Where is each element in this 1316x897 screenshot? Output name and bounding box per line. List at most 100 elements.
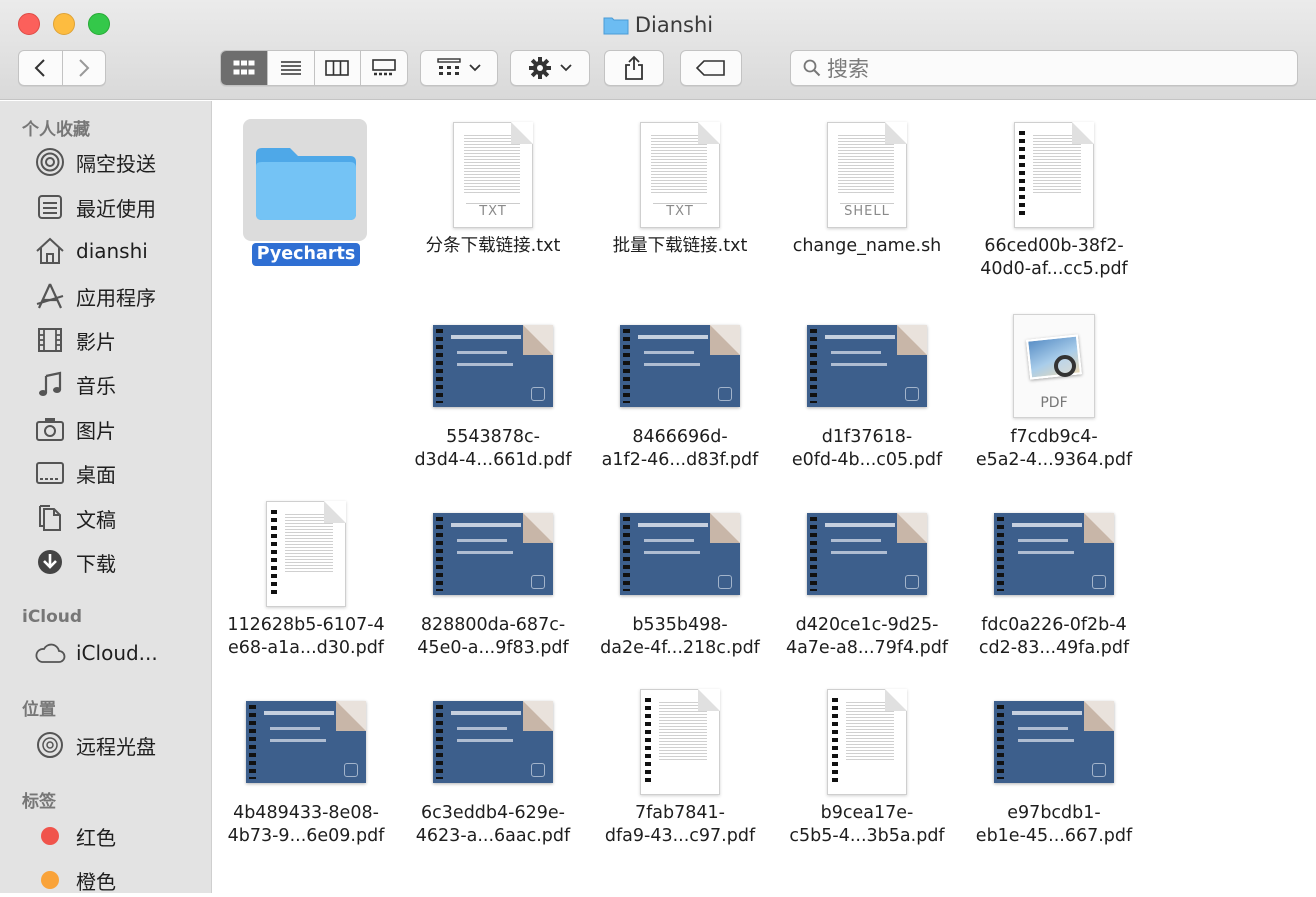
file-name-line: c5b5-4...3b5a.pdf — [789, 826, 945, 846]
file-item[interactable]: d1f37618- e0fd-4b...c05.pdf — [774, 306, 960, 472]
recents-icon — [34, 191, 66, 223]
file-name-line: dfa9-43...c97.pdf — [604, 826, 756, 846]
file-name-line: 40d0-af...cc5.pdf — [980, 259, 1128, 279]
file-item[interactable]: 4b489433-8e08- 4b73-9...6e09.pdf — [213, 682, 399, 848]
sidebar-item-music[interactable]: 音乐 — [34, 367, 116, 401]
file-name-line: 45e0-a...9f83.pdf — [417, 638, 569, 658]
preview-pdf-icon: PDF — [984, 306, 1124, 426]
sidebar-item-remote-disc[interactable]: 远程光盘 — [34, 728, 156, 762]
file-name: e97bcdb1- eb1e-45...667.pdf — [961, 802, 1147, 848]
sidebar-item-applications[interactable]: 应用程序 — [34, 279, 156, 313]
sidebar-item-downloads[interactable]: 下载 — [34, 545, 116, 579]
chevron-down-icon — [469, 64, 481, 72]
search-placeholder: 搜索 — [827, 57, 869, 81]
sidebar-item-movies[interactable]: 影片 — [34, 323, 116, 357]
toolbar: Dianshi 搜索 — [0, 0, 1316, 100]
file-type-label: PDF — [1040, 395, 1068, 411]
file-item[interactable]: e97bcdb1- eb1e-45...667.pdf — [961, 682, 1147, 848]
file-item[interactable]: TXT 分条下载链接.txt — [400, 115, 586, 258]
pdf-slide-thumbnail-icon — [984, 682, 1124, 802]
pdf-slide-thumbnail-icon — [423, 682, 563, 802]
file-item[interactable]: 112628b5-6107-4 e68-a1a...d30.pdf — [213, 494, 399, 660]
file-item[interactable]: 7fab7841- dfa9-43...c97.pdf — [587, 682, 773, 848]
sidebar-item-recents[interactable]: 最近使用 — [34, 190, 156, 224]
file-item[interactable]: 828800da-687c- 45e0-a...9f83.pdf — [400, 494, 586, 660]
download-icon — [34, 546, 66, 578]
sidebar-item-desktop[interactable]: 桌面 — [34, 456, 116, 490]
airdrop-icon — [34, 146, 66, 178]
file-name: b535b498- da2e-4f...218c.pdf — [587, 614, 773, 660]
file-item[interactable]: PDF f7cdb9c4- e5a2-4...9364.pdf — [961, 306, 1147, 472]
file-item[interactable]: 5543878c-d3d4-4...661d.pdf — [400, 306, 586, 472]
file-item[interactable]: fdc0a226-0f2b-4 cd2-83...49fa.pdf — [961, 494, 1147, 660]
sidebar-item-label: 最近使用 — [76, 196, 156, 221]
sidebar-item-pictures[interactable]: 图片 — [34, 412, 116, 446]
window-title: Dianshi — [0, 10, 1316, 40]
file-name-line: 66ced00b-38f2- — [984, 236, 1124, 256]
file-name-line: e68-a1a...d30.pdf — [228, 638, 384, 658]
applications-icon — [34, 280, 66, 312]
file-item[interactable]: 6c3eddb4-629e- 4623-a...6aac.pdf — [400, 682, 586, 848]
file-item[interactable]: SHELL change_name.sh — [774, 115, 960, 258]
file-name-line: eb1e-45...667.pdf — [975, 826, 1133, 846]
file-name-line: 分条下载链接.txt — [425, 236, 561, 256]
file-name: 分条下载链接.txt — [400, 235, 586, 258]
text-document-icon: TXT — [610, 115, 750, 235]
sidebar-item-icloud-drive[interactable]: iCloud... — [34, 636, 158, 670]
text-document-icon: TXT — [423, 115, 563, 235]
file-item[interactable]: d420ce1c-9d25- 4a7e-a8...79f4.pdf — [774, 494, 960, 660]
file-item[interactable]: 66ced00b-38f2- 40d0-af...cc5.pdf — [961, 115, 1147, 281]
file-name-line: e5a2-4...9364.pdf — [975, 450, 1133, 470]
share-button[interactable] — [604, 50, 664, 86]
file-item[interactable]: b9cea17e-c5b5-4...3b5a.pdf — [774, 682, 960, 848]
file-item[interactable]: 8466696d-a1f2-46...d83f.pdf — [587, 306, 773, 472]
sidebar-item-home[interactable]: dianshi — [34, 234, 148, 268]
sidebar-item-airdrop[interactable]: 隔空投送 — [34, 145, 156, 179]
list-view-button[interactable] — [268, 51, 315, 85]
back-button[interactable] — [19, 51, 63, 85]
file-name-line: b535b498- — [632, 615, 728, 635]
folder-icon — [603, 17, 629, 35]
search-field[interactable]: 搜索 — [790, 50, 1298, 86]
chevron-right-icon — [79, 59, 90, 77]
file-item[interactable]: Pyecharts — [213, 115, 399, 266]
sidebar-item-tag-red[interactable]: 红色 — [34, 819, 116, 853]
sidebar-item-tag-orange[interactable]: 橙色 — [34, 863, 116, 897]
file-name-line: change_name.sh — [792, 236, 942, 256]
file-name: fdc0a226-0f2b-4 cd2-83...49fa.pdf — [961, 614, 1147, 660]
column-view-button[interactable] — [315, 51, 362, 85]
sidebar-heading-favorites: 个人收藏 — [22, 120, 90, 140]
edit-tags-button[interactable] — [680, 50, 742, 86]
sidebar-item-label: 下载 — [76, 551, 116, 576]
tag-color-icon — [34, 864, 66, 896]
disc-icon — [34, 729, 66, 761]
gallery-view-button[interactable] — [361, 51, 407, 85]
cloud-icon — [34, 637, 66, 669]
icon-view-button[interactable] — [221, 51, 268, 85]
sidebar-item-label: 应用程序 — [76, 285, 156, 310]
file-name: 7fab7841- dfa9-43...c97.pdf — [587, 802, 773, 848]
file-name-line: 4623-a...6aac.pdf — [415, 826, 571, 846]
chevron-down-icon — [560, 64, 572, 72]
view-switcher — [220, 50, 408, 86]
file-name-line: 批量下载链接.txt — [612, 236, 748, 256]
file-name: 66ced00b-38f2- 40d0-af...cc5.pdf — [961, 235, 1147, 281]
file-name-line: 4b73-9...6e09.pdf — [227, 826, 385, 846]
file-name: f7cdb9c4- e5a2-4...9364.pdf — [961, 426, 1147, 472]
sidebar-item-label: iCloud... — [76, 641, 158, 665]
forward-button[interactable] — [63, 51, 106, 85]
icon-grid-icon — [233, 60, 255, 75]
file-name-line: Pyecharts — [251, 243, 361, 266]
desktop-icon — [34, 457, 66, 489]
pdf-document-icon — [610, 682, 750, 802]
action-menu-button[interactable] — [510, 50, 590, 86]
sidebar-item-documents[interactable]: 文稿 — [34, 501, 116, 535]
gear-icon — [529, 57, 551, 79]
group-by-button[interactable] — [420, 50, 498, 86]
file-name-line: d1f37618- — [821, 427, 913, 447]
file-item[interactable]: b535b498- da2e-4f...218c.pdf — [587, 494, 773, 660]
pdf-document-icon — [797, 682, 937, 802]
file-name-line: d420ce1c-9d25- — [795, 615, 939, 635]
file-item[interactable]: TXT 批量下载链接.txt — [587, 115, 773, 258]
finder-window: Dianshi 搜索 个人收藏 隔空投送 最近使用 dianshi 应用程序 影… — [0, 0, 1316, 894]
